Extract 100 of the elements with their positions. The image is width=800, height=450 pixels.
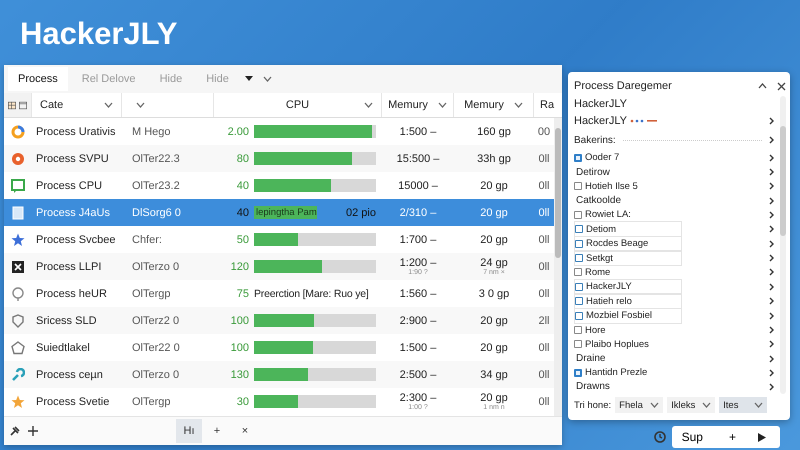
checkbox-item[interactable]: Hore [574, 323, 612, 338]
column-header[interactable]: Ra [534, 93, 554, 117]
collapse-icon[interactable] [758, 83, 767, 89]
add-button[interactable]: + [724, 430, 740, 444]
chevron-down-icon[interactable] [438, 102, 447, 108]
panel-heading: HackerJLY [574, 114, 627, 127]
panel-heading: HackerJLY [574, 98, 627, 110]
checkbox[interactable] [575, 254, 583, 262]
checkbox[interactable] [574, 340, 582, 348]
table-cell-text: OlTerzo 0 [131, 368, 180, 380]
checkbox[interactable] [575, 240, 583, 248]
caret-down-icon[interactable] [244, 76, 253, 82]
checkbox-item[interactable]: Rowiet LA: [574, 208, 637, 222]
table-row[interactable]: Process ceµn OlTerzo 0 130 2:500 – 34 gp 0ll [4, 361, 554, 388]
action-button[interactable]: Sup [678, 430, 707, 444]
checkbox[interactable] [575, 312, 583, 320]
dropdown[interactable]: Fhela [615, 397, 664, 413]
window-icon[interactable] [19, 100, 27, 110]
checkbox-item[interactable]: Hotieh Ilse 5 [574, 179, 644, 194]
chevron-down-icon[interactable] [262, 76, 272, 82]
table-row[interactable]: Process SVPU OlTer22.3 80 15:500 – 33h gp 0ll [4, 145, 554, 172]
panel-icon[interactable] [8, 100, 16, 110]
cpu-value: 100 [230, 342, 250, 354]
checkbox-item[interactable]: Setkgt [574, 250, 682, 266]
checkbox[interactable] [575, 225, 583, 234]
play-icon[interactable] [758, 432, 766, 442]
process-name: Process Svetie [35, 396, 110, 408]
memory-value: 1:500 – [400, 126, 436, 138]
table-cell-text: 0ll [537, 260, 550, 272]
clock-icon[interactable] [654, 431, 666, 443]
column-header[interactable]: Cate [32, 93, 122, 117]
dropdown[interactable]: Ites [719, 397, 768, 413]
checkbox[interactable] [574, 368, 582, 377]
document-icon [11, 206, 25, 220]
cpu-value: 2.00 [226, 126, 250, 138]
checkbox-item[interactable]: Rome [574, 265, 616, 280]
cpu-value: 40 [236, 206, 250, 218]
checkbox[interactable] [574, 326, 582, 334]
cpu-value: 120 [230, 260, 250, 272]
memory-value: 160 gp [477, 126, 511, 138]
toolbar-button[interactable]: Hı [176, 419, 202, 443]
checkbox-item[interactable]: HackerJLY [574, 278, 682, 295]
memory-value: 1:560 – [400, 288, 436, 300]
chevron-right-icon[interactable] [769, 136, 774, 144]
checkbox[interactable] [575, 282, 583, 291]
memory-value: 1:700 – [400, 234, 436, 246]
checkbox-item[interactable]: Mozbiel Fosbiel [574, 308, 682, 324]
memory-value: 20 gp [480, 180, 508, 192]
memory-value: 33h gp [477, 152, 511, 164]
scrollbar-thumb[interactable] [555, 128, 561, 258]
memory-value: 20 gp [480, 234, 508, 246]
checkbox[interactable] [574, 268, 582, 276]
table-cell-text: 0ll [537, 180, 550, 192]
scrollbar[interactable] [780, 96, 786, 394]
chevron-down-icon[interactable] [702, 402, 712, 408]
process-name: Process LLPI [35, 260, 102, 272]
checkbox-item[interactable]: Hatieh relo [574, 293, 682, 310]
memory-value: 20 gp [480, 342, 508, 354]
checkbox[interactable] [574, 182, 582, 190]
cpu-value: 50 [236, 234, 250, 246]
memory-value: 20 gp [480, 314, 508, 326]
column-header[interactable]: Memury [382, 93, 454, 117]
chevron-down-icon[interactable] [104, 102, 113, 108]
checkbox-item[interactable]: Detiom [574, 221, 682, 238]
checkbox-item[interactable]: Rocdes Beage [574, 236, 682, 252]
section-label: Bakerins: [574, 134, 616, 146]
table-cell-text: OlTer22 0 [131, 342, 181, 354]
checkbox-item[interactable]: Plaibo Hoplues [574, 337, 655, 352]
cpu-value: 100 [230, 314, 250, 326]
chevron-down-icon[interactable] [650, 402, 660, 408]
list-label: Drawns [575, 381, 610, 392]
dropdown[interactable]: Ikleks [667, 397, 716, 413]
checkbox[interactable] [575, 297, 583, 306]
process-name: Process SVPU [35, 152, 110, 164]
column-header[interactable]: CPU [214, 93, 382, 117]
chevron-down-icon[interactable] [514, 102, 523, 108]
chevron-down-icon[interactable] [364, 102, 373, 108]
table-row[interactable]: Sricess SLD OlTerz2 0 100 2:900 – 20 gp 2ll [4, 307, 554, 334]
column-header[interactable]: Memury [454, 93, 534, 117]
checkbox-item[interactable]: Hantidn Prezle [574, 366, 654, 380]
table-cell-text: 0ll [537, 368, 550, 380]
menu-item[interactable]: Process [8, 67, 68, 91]
checkbox[interactable] [574, 210, 582, 219]
checkbox[interactable] [574, 154, 582, 162]
chevron-down-icon[interactable] [136, 102, 145, 108]
chevron-down-icon[interactable] [754, 402, 764, 408]
chevron-right-icon[interactable] [769, 116, 774, 125]
star-icon [11, 232, 25, 246]
plus-icon[interactable] [28, 426, 38, 436]
process-name: Process ceµn [35, 368, 104, 380]
scrollbar[interactable] [554, 118, 562, 416]
close-icon[interactable] [777, 82, 786, 90]
square-icon [11, 260, 25, 274]
cpu-value: 30 [236, 396, 250, 408]
scrollbar-thumb[interactable] [780, 126, 786, 236]
checkbox-item[interactable]: Ooder 7 [574, 150, 626, 165]
memory-value: 1:200 – [400, 256, 436, 268]
toolbar-button[interactable]: × [232, 419, 258, 443]
table-row[interactable]: Process J4aUs DlSorg6 0 40 lepingtha Pam 02 pio 2/310 – 20 gp 0ll [4, 199, 554, 226]
toolbar-button[interactable]: + [204, 419, 230, 443]
